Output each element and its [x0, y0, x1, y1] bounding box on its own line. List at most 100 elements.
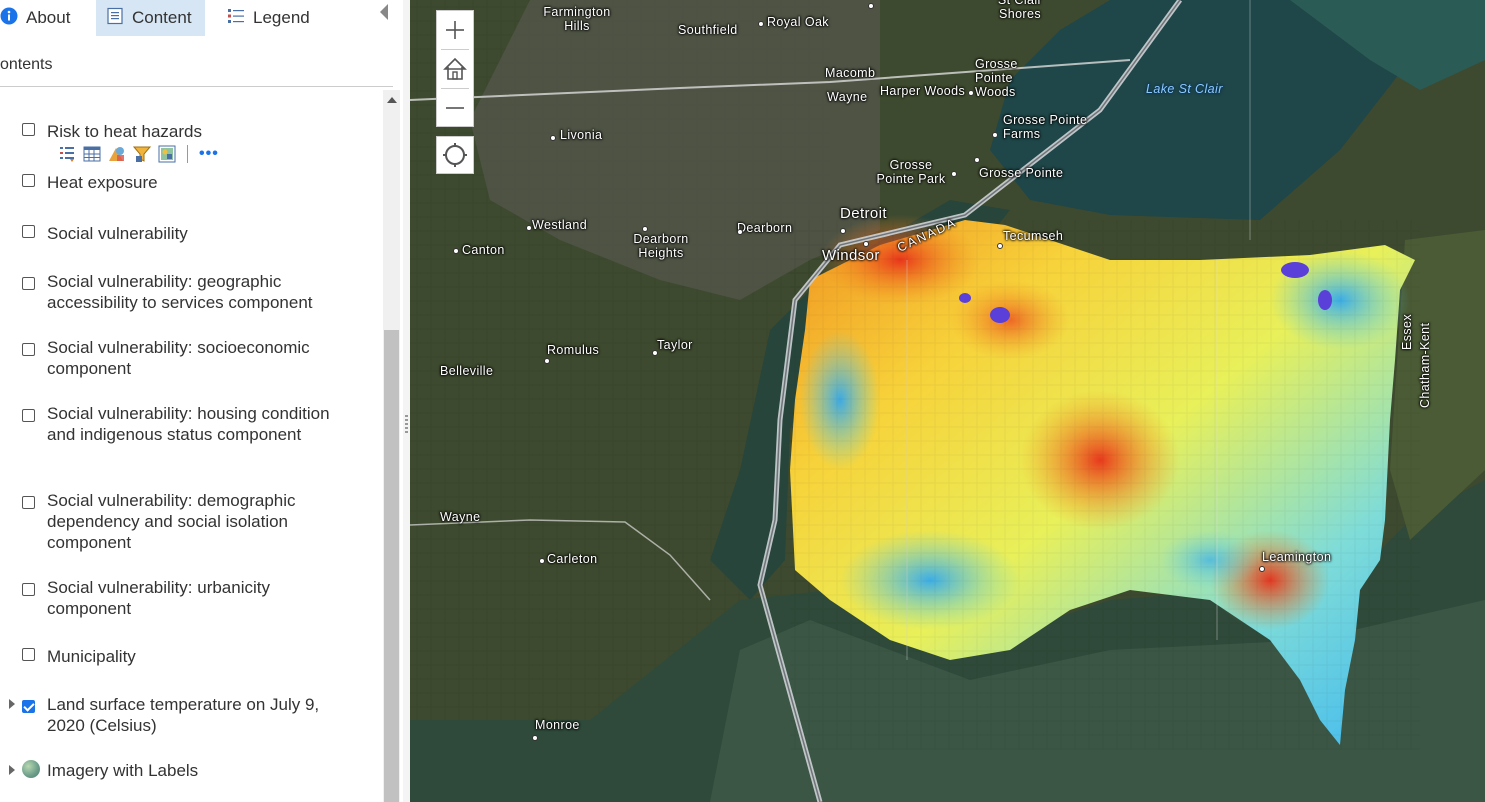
label-detroit: Detroit: [840, 205, 887, 222]
label-monroe: Monroe: [535, 718, 580, 732]
layer-checkbox[interactable]: [22, 583, 35, 596]
city-dot: [526, 225, 532, 231]
toolbar-separator: [187, 145, 188, 163]
layer-checkbox[interactable]: [22, 648, 35, 661]
zoom-control: [436, 10, 474, 127]
label-southfield: Southfield: [678, 23, 738, 37]
label-canton: Canton: [462, 243, 505, 257]
label-leamington: Leamington: [1262, 550, 1332, 564]
city-dot: [992, 132, 998, 138]
label-farmington-hills: Farmington Hills: [543, 5, 611, 33]
tab-about-label: About: [26, 8, 71, 27]
city-dot: [544, 358, 550, 364]
label-dearborn: Dearborn: [737, 221, 793, 235]
city-dot: [539, 558, 545, 564]
label-essex: Essex: [1400, 313, 1414, 350]
label-grosse-pointe: Grosse Pointe: [979, 166, 1064, 180]
content-icon: [106, 7, 124, 30]
map-view[interactable]: Farmington Hills Southfield Royal Oak St…: [410, 0, 1485, 802]
zoom-in-button[interactable]: [437, 11, 473, 49]
tab-content[interactable]: Content: [96, 0, 205, 36]
layer-label: Risk to heat hazards: [47, 122, 202, 141]
splitter-grip-icon: [405, 415, 408, 435]
label-dearborn-heights: Dearborn Heights: [633, 232, 689, 260]
layer-label: Land surface temperature on July 9, 2020…: [47, 695, 320, 735]
label-westland: Westland: [532, 218, 588, 232]
map-canvas[interactable]: [410, 0, 1485, 802]
layer-checkbox[interactable]: [22, 225, 35, 238]
layer-label: Social vulnerability: geographic accessi…: [47, 272, 313, 312]
table-of-contents-icon[interactable]: [58, 145, 76, 163]
legend-icon: [227, 7, 245, 30]
tab-legend[interactable]: Legend: [227, 0, 327, 36]
home-button[interactable]: [437, 50, 473, 88]
change-style-icon[interactable]: [108, 145, 126, 163]
layer-label: Municipality: [47, 647, 136, 666]
city-dot: [652, 350, 658, 356]
zoom-out-button[interactable]: [437, 89, 473, 127]
city-dot: [532, 735, 538, 741]
city-dot: [737, 229, 743, 235]
attribute-table-icon[interactable]: [83, 145, 101, 163]
city-dot: [868, 3, 874, 9]
content-panel: About Content Legend ontents Risk to hea…: [0, 0, 403, 802]
city-dot: [642, 226, 648, 232]
tab-legend-label: Legend: [253, 8, 310, 27]
locate-button[interactable]: [436, 136, 474, 174]
collapse-panel-icon[interactable]: [380, 4, 388, 20]
city-dot: [997, 243, 1003, 249]
label-wayne-top: Wayne: [827, 90, 868, 104]
label-tecumseh: Tecumseh: [1003, 229, 1064, 243]
label-belleville: Belleville: [440, 364, 494, 378]
label-grosse-pointe-woods: Grosse Pointe Woods: [975, 57, 1018, 99]
panel-splitter[interactable]: [403, 0, 410, 802]
scrollbar-thumb[interactable]: [384, 330, 399, 802]
city-dot: [863, 241, 869, 247]
more-icon[interactable]: •••: [199, 145, 219, 163]
label-grosse-pointe-farms: Grosse Pointe Farms: [1003, 113, 1088, 141]
label-grosse-pointe-park: Grosse Pointe Park: [876, 158, 946, 186]
scroll-up-icon[interactable]: [387, 97, 397, 103]
expand-layer-icon[interactable]: [9, 699, 15, 709]
city-dot: [1259, 566, 1265, 572]
label-st-clair-shores: St Clair Shores: [997, 0, 1043, 21]
tab-about[interactable]: About: [0, 0, 88, 36]
layer-toolbar: •••: [58, 145, 219, 163]
city-dot: [758, 21, 764, 27]
header-divider: [0, 86, 393, 87]
label-chatham-kent: Chatham-Kent: [1418, 322, 1432, 408]
label-royal-oak: Royal Oak: [767, 15, 829, 29]
city-dot: [550, 135, 556, 141]
city-dot: [453, 248, 459, 254]
layer-checkbox[interactable]: [22, 409, 35, 422]
minus-icon: [446, 107, 464, 109]
label-harper-woods: Harper Woods: [880, 84, 966, 98]
layer-checkbox[interactable]: [22, 343, 35, 356]
layer-label: Imagery with Labels: [47, 761, 199, 780]
city-dot: [974, 157, 980, 163]
city-dot: [951, 171, 957, 177]
content-header: ontents: [0, 56, 53, 73]
locate-icon: [443, 143, 467, 167]
city-dot: [840, 228, 846, 234]
layer-checkbox[interactable]: [22, 123, 35, 136]
home-icon: [443, 57, 467, 80]
layer-checkbox[interactable]: [22, 496, 35, 509]
layer-label: Heat exposure: [47, 173, 158, 192]
basemap-globe-icon: [22, 760, 40, 778]
panel-tabs: About Content Legend: [0, 0, 403, 36]
layer-checkbox[interactable]: [22, 700, 35, 713]
filter-icon[interactable]: [132, 145, 152, 163]
layer-checkbox[interactable]: [22, 174, 35, 187]
label-lake-st-clair: Lake St Clair: [1146, 82, 1223, 96]
info-icon: [0, 7, 18, 30]
imagery-icon[interactable]: [158, 145, 176, 163]
layer-label: Social vulnerability: socioeconomic comp…: [47, 338, 310, 378]
tab-content-label: Content: [132, 8, 192, 27]
label-windsor: Windsor: [822, 247, 880, 264]
label-romulus: Romulus: [547, 343, 600, 357]
layer-checkbox[interactable]: [22, 277, 35, 290]
layer-label: Social vulnerability: [47, 224, 188, 243]
expand-layer-icon[interactable]: [9, 765, 15, 775]
label-macomb: Macomb: [825, 66, 876, 80]
